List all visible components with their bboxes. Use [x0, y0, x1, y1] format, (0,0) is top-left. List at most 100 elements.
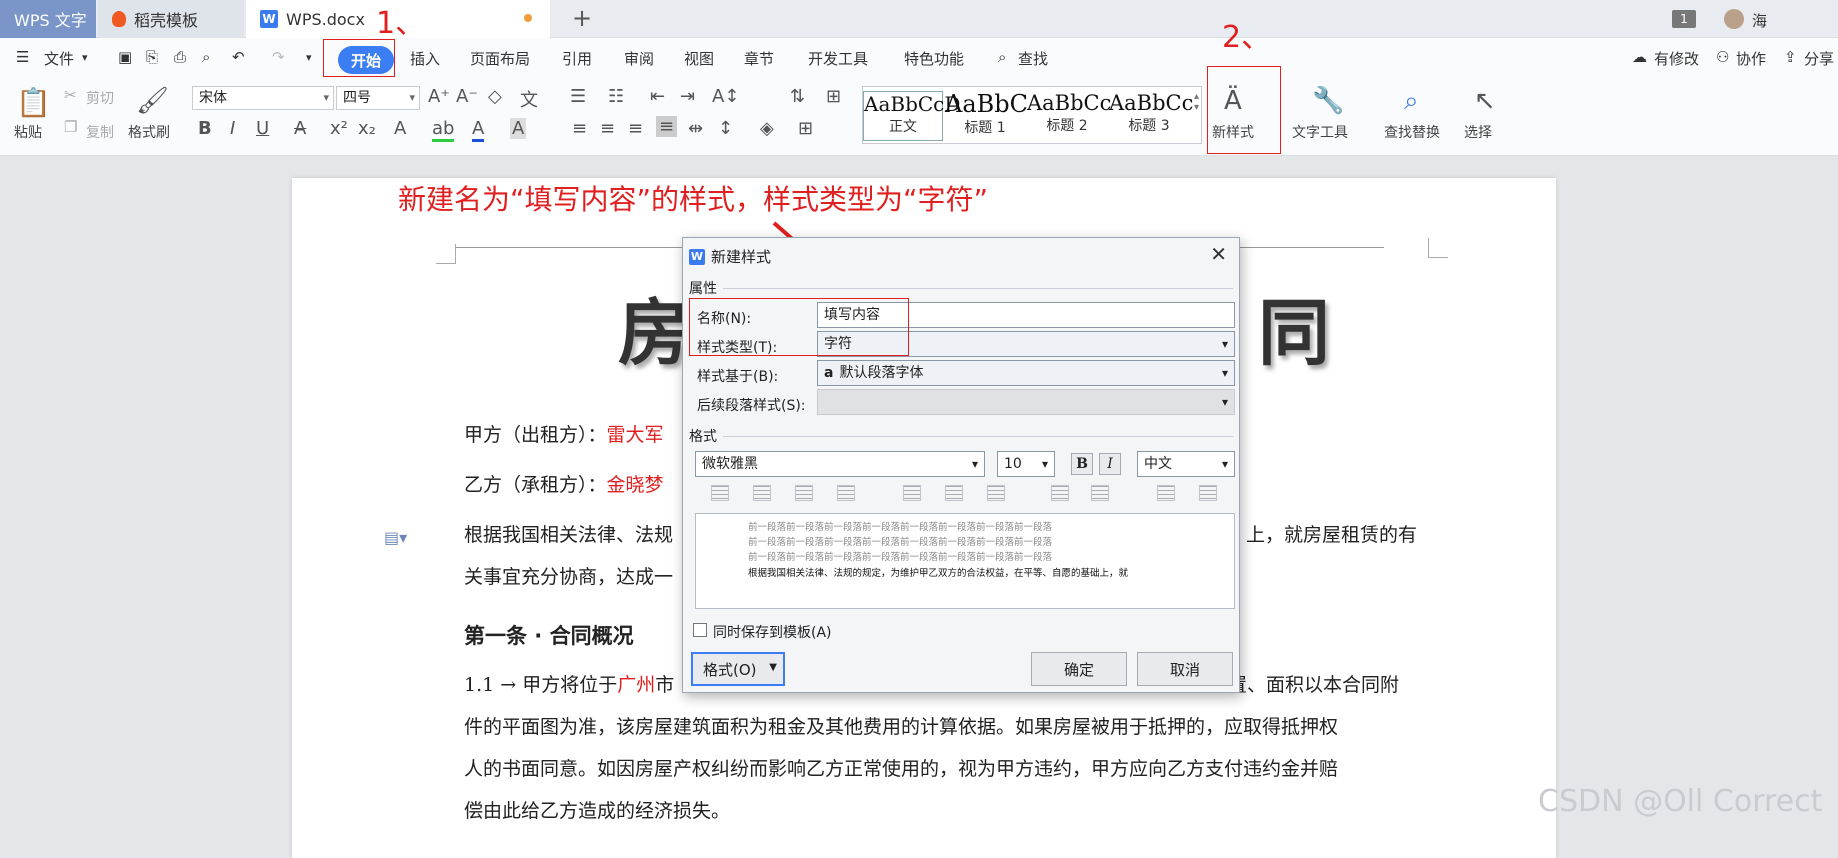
text-effect-icon[interactable]: A — [394, 118, 406, 139]
one-half-spacing-icon[interactable] — [945, 485, 963, 501]
select-button[interactable]: 选择 — [1464, 122, 1492, 142]
paste-button[interactable]: 粘贴 — [14, 122, 42, 142]
align-center-icon[interactable] — [753, 485, 771, 501]
menu-view[interactable]: 视图 — [684, 48, 714, 69]
indent-decrease-icon[interactable]: ⇤ — [650, 86, 665, 107]
menu-features[interactable]: 特色功能 — [904, 48, 964, 69]
text-direction-icon[interactable]: A↕ — [712, 86, 739, 107]
menu-find[interactable]: 查找 — [1018, 48, 1048, 69]
menu-page-layout[interactable]: 页面布局 — [470, 48, 530, 69]
chevron-down-icon[interactable]: ▾ — [82, 51, 88, 64]
format-painter-button[interactable]: 格式刷 — [128, 122, 170, 142]
format-dropdown-button[interactable]: 格式(O) ▼ — [691, 652, 785, 686]
format-painter-icon[interactable]: 🖌 — [136, 86, 169, 116]
menu-references[interactable]: 引用 — [562, 48, 592, 69]
quick-access-dropdown-icon[interactable]: ▾ — [306, 51, 312, 64]
font-family-select[interactable]: 宋体 — [192, 86, 334, 110]
single-spacing-icon[interactable] — [903, 485, 921, 501]
gallery-scroll-icon[interactable]: ▴ ▾ — [1194, 91, 1199, 113]
menu-insert[interactable]: 插入 — [410, 48, 440, 69]
italic-toggle[interactable]: I — [1099, 453, 1121, 475]
superscript-icon[interactable]: x² — [330, 118, 348, 139]
save-to-template-checkbox[interactable] — [693, 623, 707, 637]
redo-icon[interactable]: ↷ — [272, 48, 285, 66]
shading-icon[interactable]: ◈ — [760, 118, 774, 139]
print-preview-icon[interactable]: ⌕ — [202, 48, 210, 66]
cancel-button[interactable]: 取消 — [1137, 652, 1233, 686]
window-count-badge[interactable]: 1 — [1672, 10, 1696, 28]
space-after-icon[interactable] — [1091, 485, 1109, 501]
underline-icon[interactable]: U — [256, 118, 269, 139]
export-icon[interactable]: ⎘ — [146, 48, 158, 66]
bold-toggle[interactable]: B — [1071, 453, 1093, 475]
menu-chapter[interactable]: 章节 — [744, 48, 774, 69]
undo-icon[interactable]: ↶ — [232, 48, 245, 66]
highlight-icon[interactable]: ab — [432, 118, 455, 142]
font-color-icon[interactable]: A — [472, 118, 485, 142]
indent-decrease-icon[interactable] — [1157, 485, 1175, 501]
based-on-select[interactable]: a 默认段落字体 — [817, 360, 1235, 386]
find-replace-button[interactable]: 查找替换 — [1384, 122, 1440, 142]
wrench-icon[interactable]: 🔧 — [1312, 86, 1344, 116]
size-select[interactable]: 10 — [997, 451, 1055, 477]
sort-icon[interactable]: ⇅ — [790, 86, 805, 107]
phonetic-icon[interactable]: 文 — [520, 86, 538, 112]
magnifier-icon[interactable]: ⌕ — [1404, 86, 1419, 117]
menu-share[interactable]: 分享 — [1804, 48, 1834, 69]
justify-icon[interactable]: ≡ — [656, 116, 678, 137]
style-normal[interactable]: AaBbCcD 正文 — [863, 91, 960, 141]
strikethrough-icon[interactable]: A — [294, 118, 306, 139]
subscript-icon[interactable]: x₂ — [358, 118, 376, 139]
close-icon[interactable]: ✕ — [1210, 242, 1227, 266]
space-before-icon[interactable] — [1051, 485, 1069, 501]
menu-revisions[interactable]: 有修改 — [1654, 48, 1699, 69]
cursor-icon[interactable]: ↖ — [1474, 86, 1496, 116]
font-grow-icon[interactable]: A⁺ — [428, 86, 450, 107]
font-size-select[interactable]: 四号 — [336, 86, 420, 110]
distribute-icon[interactable]: ⇹ — [688, 118, 703, 139]
menu-collaborate[interactable]: 协作 — [1736, 48, 1766, 69]
align-right-icon[interactable]: ≡ — [628, 118, 643, 139]
align-right-icon[interactable] — [795, 485, 813, 501]
align-left-icon[interactable]: ≡ — [572, 118, 587, 139]
borders-icon[interactable]: ⊞ — [798, 118, 813, 139]
copy-button[interactable]: 复制 — [86, 122, 114, 142]
tab-wps-app[interactable]: WPS 文字 — [0, 0, 96, 38]
char-shading-icon[interactable]: A — [510, 118, 527, 139]
cut-button[interactable]: 剪切 — [86, 88, 114, 108]
indent-increase-icon[interactable]: ⇥ — [680, 86, 695, 107]
align-justify-icon[interactable] — [837, 485, 855, 501]
paragraph-handle-icon[interactable]: ▤▾ — [384, 528, 407, 547]
avatar[interactable] — [1724, 9, 1744, 29]
bold-icon[interactable]: B — [198, 118, 212, 139]
style-heading-2[interactable]: AaBbCc 标题 2 — [1027, 91, 1111, 141]
print-icon[interactable]: ⎙ — [174, 48, 186, 66]
align-center-icon[interactable]: ≡ — [600, 118, 615, 139]
tab-template[interactable]: 稻壳模板 — [98, 0, 244, 38]
language-select[interactable]: 中文 — [1137, 451, 1235, 477]
italic-icon[interactable]: I — [230, 118, 235, 139]
indent-increase-icon[interactable] — [1199, 485, 1217, 501]
text-tools-button[interactable]: 文字工具 — [1292, 122, 1348, 142]
style-heading-1[interactable]: AaBbC 标题 1 — [945, 91, 1028, 141]
font-shrink-icon[interactable]: A⁻ — [456, 86, 478, 107]
hamburger-icon[interactable]: ☰ — [16, 48, 29, 66]
line-spacing-icon[interactable]: ↕ — [718, 118, 733, 139]
style-heading-3[interactable]: AaBbCc 标题 3 — [1109, 91, 1193, 141]
clear-format-icon[interactable]: ◇ — [488, 86, 502, 107]
show-marks-icon[interactable]: ⊞ — [826, 86, 841, 107]
save-icon[interactable]: ▣ — [118, 48, 132, 66]
next-style-select[interactable] — [817, 389, 1235, 415]
search-icon[interactable]: ⌕ — [998, 48, 1006, 66]
new-tab-plus-icon[interactable]: + — [572, 4, 592, 32]
menu-developer[interactable]: 开发工具 — [808, 48, 868, 69]
font-select[interactable]: 微软雅黑 — [695, 451, 985, 477]
ok-button[interactable]: 确定 — [1031, 652, 1127, 686]
menu-file[interactable]: 文件 — [44, 48, 74, 69]
numbering-icon[interactable]: ☷ — [608, 86, 624, 107]
bullets-icon[interactable]: ☰ — [570, 86, 586, 107]
double-spacing-icon[interactable] — [987, 485, 1005, 501]
paste-icon[interactable]: 📋 — [16, 86, 51, 119]
align-left-icon[interactable] — [711, 485, 729, 501]
menu-review[interactable]: 审阅 — [624, 48, 654, 69]
